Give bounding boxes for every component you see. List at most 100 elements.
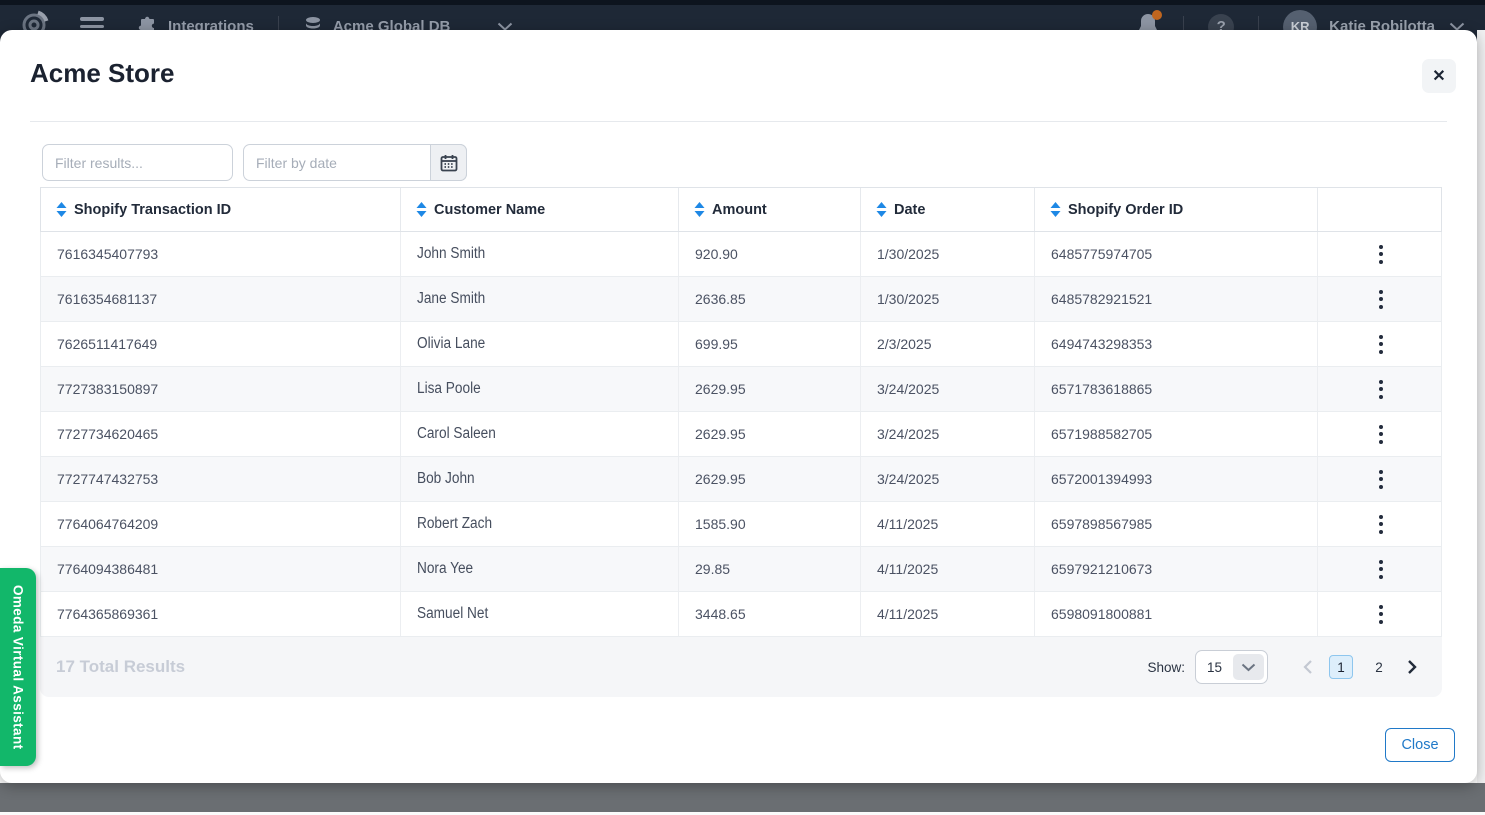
cell-actions xyxy=(1318,367,1443,411)
cell-order-id: 6597898567985 xyxy=(1035,502,1318,546)
row-actions-kebab-icon[interactable] xyxy=(1373,464,1389,495)
cell-amount: 3448.65 xyxy=(679,592,861,636)
column-header-order-id[interactable]: Shopify Order ID xyxy=(1035,188,1318,231)
row-actions-kebab-icon[interactable] xyxy=(1373,599,1389,630)
row-actions-kebab-icon[interactable] xyxy=(1373,509,1389,540)
table-row: 7727734620465 Carol Saleen 2629.95 3/24/… xyxy=(40,412,1442,457)
table-row: 7764094386481 Nora Yee 29.85 4/11/2025 6… xyxy=(40,547,1442,592)
modal-close-icon[interactable]: ✕ xyxy=(1422,59,1456,93)
table-row: 7626511417649 Olivia Lane 699.95 2/3/202… xyxy=(40,322,1442,367)
cell-order-id: 6572001394993 xyxy=(1035,457,1318,501)
row-actions-kebab-icon[interactable] xyxy=(1373,284,1389,315)
total-results: 17 Total Results xyxy=(56,657,185,677)
column-header-transaction-id[interactable]: Shopify Transaction ID xyxy=(41,188,401,231)
cell-customer-name: Lisa Poole xyxy=(401,367,679,411)
cell-customer-name: John Smith xyxy=(401,232,679,276)
prev-page-icon[interactable] xyxy=(1300,657,1315,677)
cell-actions xyxy=(1318,457,1443,501)
row-actions-kebab-icon[interactable] xyxy=(1373,374,1389,405)
cell-customer-name: Samuel Net xyxy=(401,592,679,636)
cell-date: 1/30/2025 xyxy=(861,232,1035,276)
cell-actions xyxy=(1318,592,1443,636)
cell-customer-name: Carol Saleen xyxy=(401,412,679,456)
cell-transaction-id: 7764064764209 xyxy=(41,502,401,546)
cell-amount: 2629.95 xyxy=(679,457,861,501)
table-row: 7764064764209 Robert Zach 1585.90 4/11/2… xyxy=(40,502,1442,547)
column-header-amount[interactable]: Amount xyxy=(679,188,861,231)
cell-amount: 1585.90 xyxy=(679,502,861,546)
cell-actions xyxy=(1318,232,1443,276)
cell-date: 3/24/2025 xyxy=(861,457,1035,501)
cell-date: 4/11/2025 xyxy=(861,547,1035,591)
cell-actions xyxy=(1318,277,1443,321)
page-number-1[interactable]: 1 xyxy=(1329,655,1353,679)
row-actions-kebab-icon[interactable] xyxy=(1373,554,1389,585)
cell-date: 4/11/2025 xyxy=(861,592,1035,636)
cell-order-id: 6597921210673 xyxy=(1035,547,1318,591)
cell-date: 1/30/2025 xyxy=(861,277,1035,321)
acme-store-modal: Acme Store ✕ Shopify Transaction ID xyxy=(0,30,1477,783)
table-row: 7616345407793 John Smith 920.90 1/30/202… xyxy=(40,232,1442,277)
cell-transaction-id: 7764365869361 xyxy=(41,592,401,636)
cell-order-id: 6598091800881 xyxy=(1035,592,1318,636)
cell-transaction-id: 7764094386481 xyxy=(41,547,401,591)
page-size-select[interactable]: 15 xyxy=(1195,650,1268,684)
cell-transaction-id: 7727734620465 xyxy=(41,412,401,456)
cell-amount: 2629.95 xyxy=(679,367,861,411)
row-actions-kebab-icon[interactable] xyxy=(1373,329,1389,360)
cell-date: 3/24/2025 xyxy=(861,367,1035,411)
cell-transaction-id: 7727747432753 xyxy=(41,457,401,501)
table-row: 7727747432753 Bob John 2629.95 3/24/2025… xyxy=(40,457,1442,502)
sort-icon xyxy=(876,202,887,217)
cell-transaction-id: 7727383150897 xyxy=(41,367,401,411)
chevron-down-icon xyxy=(1233,654,1264,680)
calendar-icon[interactable] xyxy=(430,144,467,181)
cell-actions xyxy=(1318,502,1443,546)
backdrop-right xyxy=(1477,30,1485,783)
screen: Integrations Acme Global DB xyxy=(0,0,1485,815)
cell-customer-name: Bob John xyxy=(401,457,679,501)
close-button[interactable]: Close xyxy=(1385,728,1455,762)
cell-customer-name: Jane Smith xyxy=(401,277,679,321)
table-row: 7616354681137 Jane Smith 2636.85 1/30/20… xyxy=(40,277,1442,322)
backdrop-bottom xyxy=(0,783,1485,812)
notification-dot xyxy=(1152,10,1162,20)
table-header: Shopify Transaction ID Customer Name Amo… xyxy=(40,187,1442,232)
page-number-2[interactable]: 2 xyxy=(1367,655,1391,679)
table-footer: 17 Total Results Show: 15 1 2 xyxy=(40,637,1442,697)
row-actions-kebab-icon[interactable] xyxy=(1373,419,1389,450)
cell-customer-name: Robert Zach xyxy=(401,502,679,546)
column-header-customer-name[interactable]: Customer Name xyxy=(401,188,679,231)
cell-order-id: 6485782921521 xyxy=(1035,277,1318,321)
transactions-table: Shopify Transaction ID Customer Name Amo… xyxy=(40,187,1442,637)
cell-actions xyxy=(1318,547,1443,591)
cell-amount: 920.90 xyxy=(679,232,861,276)
row-actions-kebab-icon[interactable] xyxy=(1373,239,1389,270)
table-row: 7764365869361 Samuel Net 3448.65 4/11/20… xyxy=(40,592,1442,637)
show-label: Show: xyxy=(1147,660,1185,675)
cell-transaction-id: 7616354681137 xyxy=(41,277,401,321)
filter-results-input[interactable] xyxy=(42,144,233,181)
pagination: 1 2 xyxy=(1300,655,1420,679)
virtual-assistant-tab[interactable]: Omeda Virtual Assistant xyxy=(0,568,36,766)
cell-order-id: 6494743298353 xyxy=(1035,322,1318,366)
table-body: 7616345407793 John Smith 920.90 1/30/202… xyxy=(40,232,1442,637)
cell-actions xyxy=(1318,322,1443,366)
column-header-date[interactable]: Date xyxy=(861,188,1035,231)
cell-order-id: 6485775974705 xyxy=(1035,232,1318,276)
cell-customer-name: Olivia Lane xyxy=(401,322,679,366)
sort-icon xyxy=(416,202,427,217)
next-page-icon[interactable] xyxy=(1405,657,1420,677)
sort-icon xyxy=(56,202,67,217)
column-header-actions xyxy=(1318,188,1443,231)
table-row: 7727383150897 Lisa Poole 2629.95 3/24/20… xyxy=(40,367,1442,412)
cell-transaction-id: 7616345407793 xyxy=(41,232,401,276)
cell-date: 2/3/2025 xyxy=(861,322,1035,366)
cell-amount: 29.85 xyxy=(679,547,861,591)
virtual-assistant-label: Omeda Virtual Assistant xyxy=(11,585,26,750)
cell-order-id: 6571988582705 xyxy=(1035,412,1318,456)
cell-actions xyxy=(1318,412,1443,456)
cell-date: 4/11/2025 xyxy=(861,502,1035,546)
cell-transaction-id: 7626511417649 xyxy=(41,322,401,366)
sort-icon xyxy=(694,202,705,217)
